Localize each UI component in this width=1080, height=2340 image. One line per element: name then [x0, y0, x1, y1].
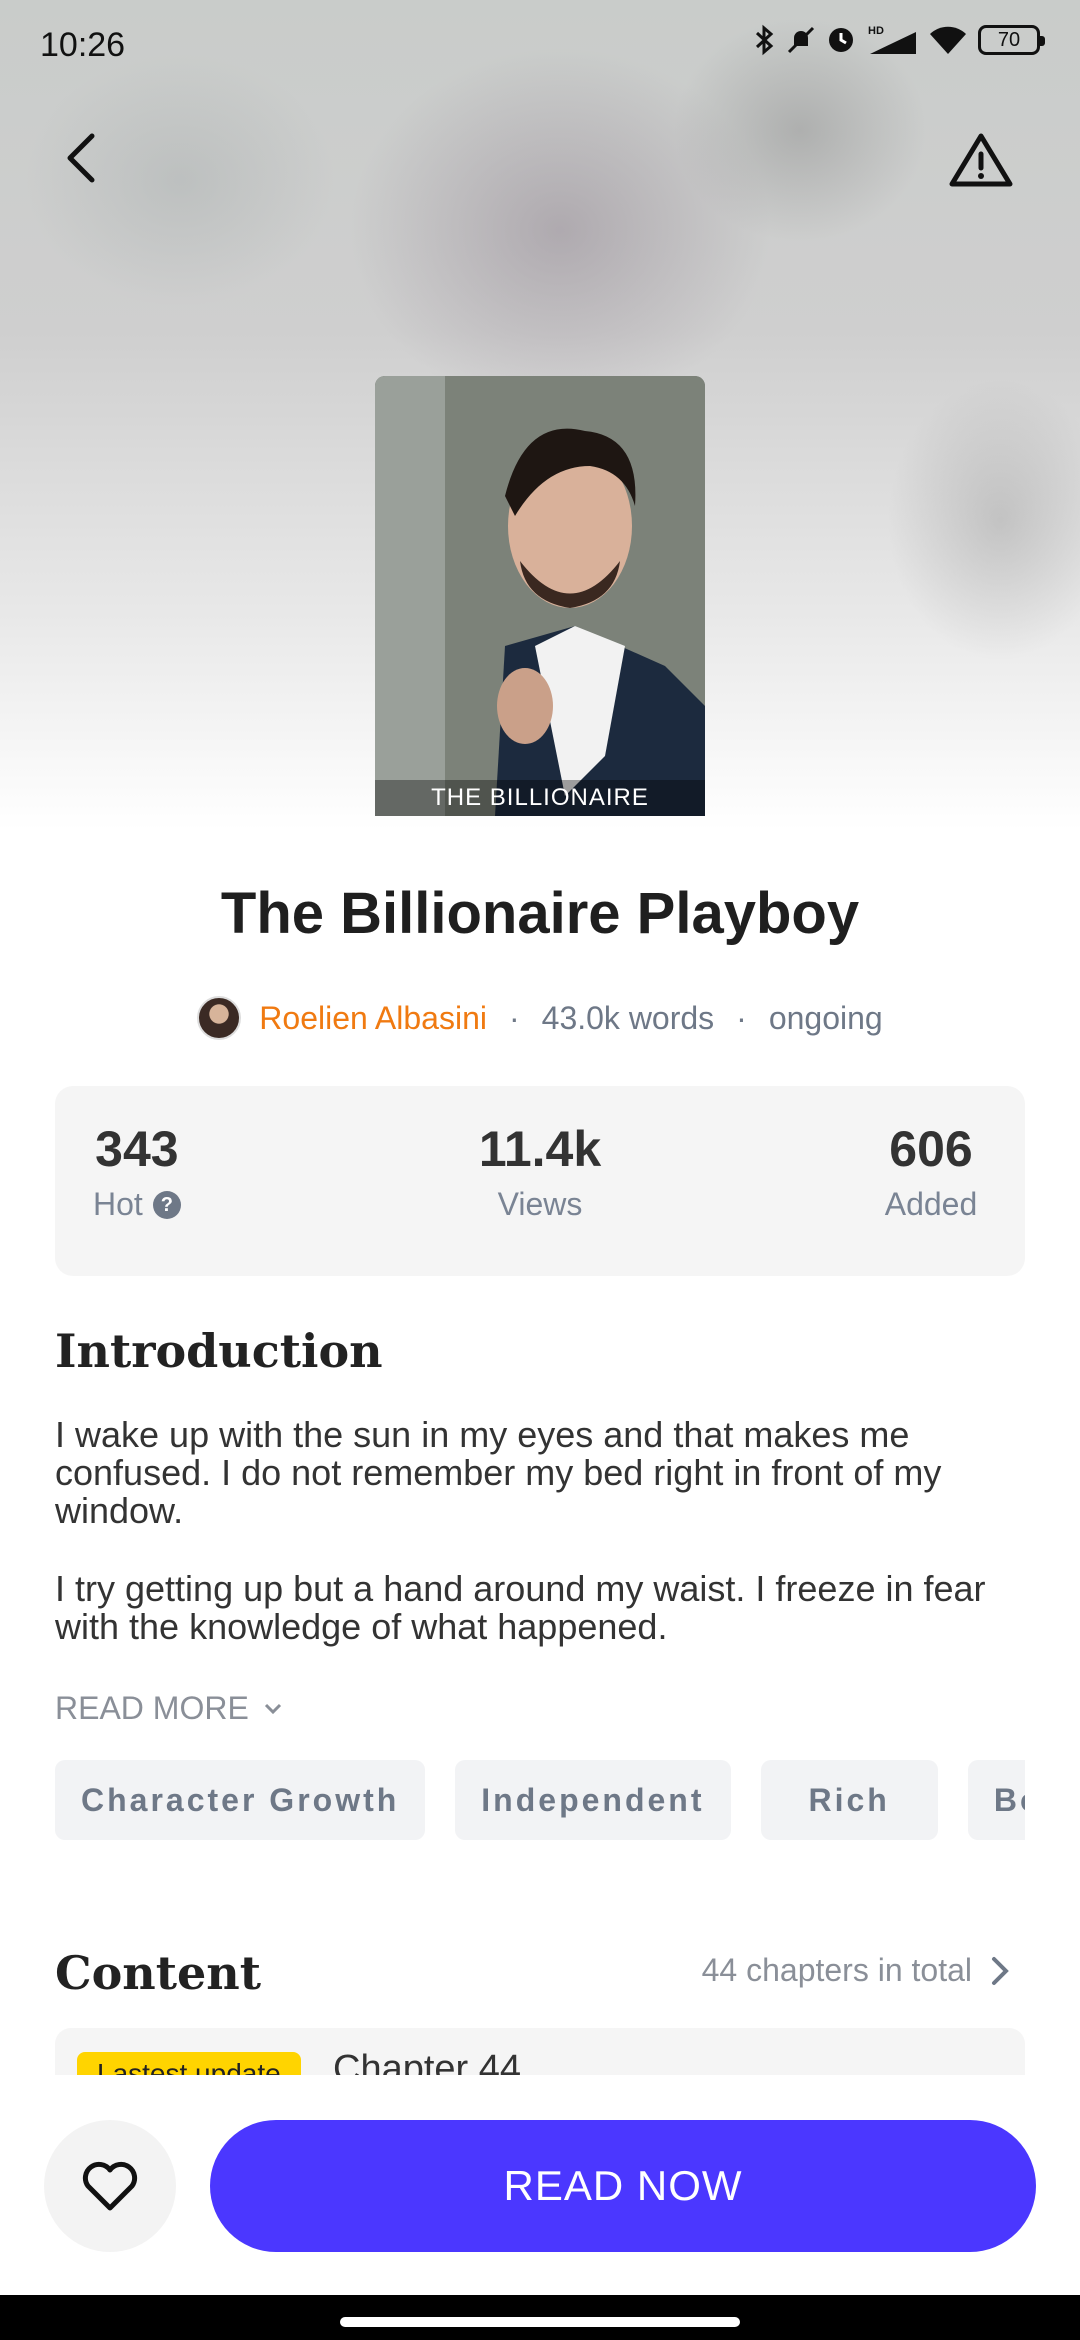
- meta-separator: ·: [736, 999, 747, 1036]
- author-avatar[interactable]: [197, 996, 242, 1040]
- home-gesture-handle[interactable]: [340, 2317, 740, 2327]
- stat-added-label: Added: [884, 1186, 978, 1222]
- tag-chip[interactable]: Character Growth: [55, 1760, 426, 1840]
- intro-paragraph-2: I try getting up but a hand around my wa…: [55, 1568, 986, 1647]
- status-time: 10:26: [40, 26, 126, 64]
- battery-indicator: 70: [978, 25, 1045, 55]
- intro-paragraph-1: I wake up with the sun in my eyes and th…: [55, 1414, 942, 1531]
- cover-portrait: [375, 376, 705, 816]
- bluetooth-icon: [755, 24, 774, 56]
- word-count: 43.0k words: [541, 999, 715, 1036]
- meta-separator: ·: [508, 999, 520, 1036]
- mute-bell-icon: [787, 26, 815, 54]
- read-more-label: READ MORE: [55, 1690, 249, 1726]
- content-heading: Content: [55, 1946, 261, 2000]
- tag-list: Character Growth Independent Rich Bo: [55, 1760, 1025, 1840]
- chapters-link[interactable]: 44 chapters in total: [702, 1952, 1010, 1989]
- author-name[interactable]: Roelien Albasini: [259, 1000, 487, 1037]
- stat-views-label: Views: [497, 1186, 583, 1222]
- status-icons: HD 70: [754, 24, 1045, 56]
- stat-views-value: 11.4k: [478, 1121, 602, 1177]
- cover-caption: THE BILLIONAIRE: [375, 780, 705, 816]
- tag-chip[interactable]: Independent: [455, 1760, 731, 1840]
- chevron-left-icon: [67, 133, 95, 183]
- stats-panel: 343 Hot ? 11.4k Views 606 Added: [55, 1086, 1025, 1276]
- stat-hot: 343 Hot ?: [93, 1120, 181, 1223]
- back-button[interactable]: [54, 128, 114, 188]
- book-cover[interactable]: THE BILLIONAIRE: [375, 376, 705, 816]
- read-now-button[interactable]: READ NOW: [210, 2120, 1036, 2252]
- svg-text:HD: HD: [868, 25, 884, 37]
- wifi-icon: [930, 26, 966, 54]
- warning-triangle-icon: [949, 133, 1013, 187]
- book-status: ongoing: [768, 999, 883, 1036]
- report-button[interactable]: [948, 130, 1014, 190]
- book-meta: Roelien Albasini · 43.0k words · ongoing: [0, 996, 1080, 1040]
- introduction-heading: Introduction: [55, 1324, 383, 1378]
- question-mark-icon[interactable]: ?: [152, 1190, 181, 1219]
- alarm-icon: [829, 28, 853, 52]
- stat-views: 11.4k Views: [470, 1120, 610, 1223]
- stat-added-value: 606: [889, 1121, 973, 1177]
- heart-icon: [82, 2161, 138, 2211]
- read-more-button[interactable]: READ MORE: [55, 1690, 283, 1727]
- favorite-button[interactable]: [44, 2120, 176, 2252]
- chapters-total: 44 chapters in total: [701, 1952, 972, 1988]
- tag-chip[interactable]: Rich: [760, 1760, 938, 1840]
- stat-hot-value: 343: [95, 1121, 179, 1177]
- bottom-action-bar: READ NOW: [0, 2075, 1080, 2295]
- stat-added: 606 Added: [871, 1120, 991, 1223]
- chevron-right-icon: [992, 1956, 1009, 1985]
- stat-hot-label-row: Hot ?: [93, 1186, 181, 1223]
- chevron-down-icon: [264, 1703, 281, 1714]
- status-bar: 10:26 HD 70: [0, 0, 1080, 96]
- signal-icon: HD: [868, 25, 916, 54]
- tag-chip[interactable]: Bo: [967, 1760, 1025, 1840]
- book-title: The Billionaire Playboy: [220, 881, 860, 946]
- stat-hot-label: Hot: [93, 1186, 143, 1222]
